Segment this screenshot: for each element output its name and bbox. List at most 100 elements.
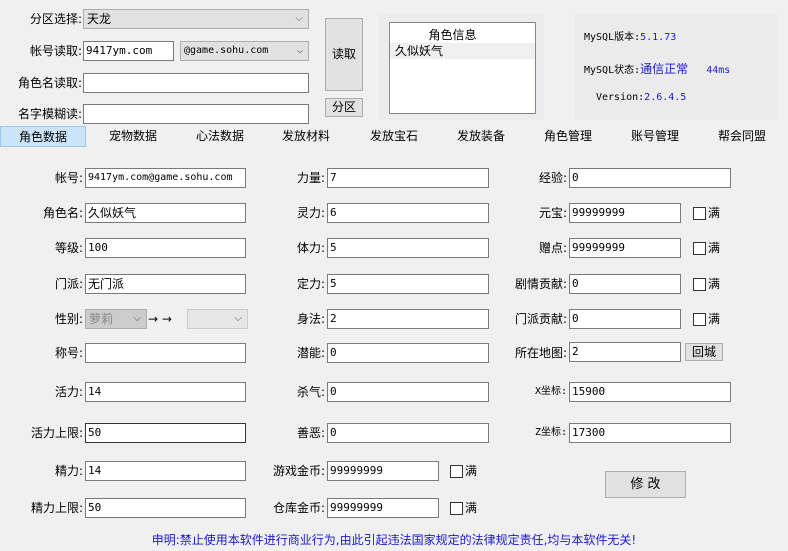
return-city-button[interactable]: 回城 xyxy=(685,343,723,361)
strength-label: 力量: xyxy=(296,171,325,185)
account-input[interactable]: 9417ym.com xyxy=(83,41,174,61)
zone-button[interactable]: 分区 xyxy=(325,98,363,117)
yuanbao-field[interactable]: 99999999 xyxy=(569,203,681,223)
z-coord-label: Z坐标: xyxy=(534,427,567,438)
spirit-label: 灵力: xyxy=(296,206,325,220)
gender-value: 萝莉 xyxy=(89,312,114,326)
bank-gold-full-label: 满 xyxy=(465,501,478,515)
tab-issue-materials[interactable]: 发放材料 xyxy=(263,126,349,147)
level-field[interactable]: 100 xyxy=(85,238,246,258)
story-full-checkbox[interactable] xyxy=(693,278,706,291)
exp-label: 经验: xyxy=(538,171,567,185)
bank-gold-full-checkbox[interactable] xyxy=(450,502,463,515)
zone-label: 分区选择: xyxy=(29,12,82,26)
stamina-label: 体力: xyxy=(296,241,325,255)
account-field[interactable]: 9417ym.com@game.sohu.com xyxy=(85,168,246,188)
role-list-header: 角色信息 xyxy=(428,28,477,42)
focus-field[interactable]: 5 xyxy=(327,274,489,294)
account-field-label: 帐号: xyxy=(54,171,83,185)
domain-value: @game.sohu.com xyxy=(184,45,269,56)
rolename-field-label: 角色名: xyxy=(42,206,83,220)
vitality-max-label: 活力上限: xyxy=(30,426,83,440)
x-coord-field[interactable]: 15900 xyxy=(569,382,731,402)
game-gold-field[interactable]: 99999999 xyxy=(327,461,439,481)
killing-field[interactable]: 0 xyxy=(327,382,489,402)
zengdian-field[interactable]: 99999999 xyxy=(569,238,681,258)
tab-issue-equipment[interactable]: 发放装备 xyxy=(438,126,524,147)
tab-pet-data[interactable]: 宠物数据 xyxy=(90,126,176,147)
mysql-version: 5.1.73 xyxy=(640,32,677,43)
tab-issue-gems[interactable]: 发放宝石 xyxy=(351,126,437,147)
story-field[interactable]: 0 xyxy=(569,274,681,294)
tab-role-data[interactable]: 角色数据 xyxy=(0,126,86,147)
mysql-status: 通信正常 xyxy=(640,62,689,76)
game-gold-full-label: 满 xyxy=(465,464,478,478)
energy-max-field[interactable]: 50 xyxy=(85,498,246,518)
tab-account-management[interactable]: 账号管理 xyxy=(612,126,698,147)
read-button[interactable]: 读取 xyxy=(325,18,363,91)
strength-field[interactable]: 7 xyxy=(327,168,489,188)
tab-xinfa-data[interactable]: 心法数据 xyxy=(177,126,263,147)
zengdian-full-label: 满 xyxy=(708,241,721,255)
energy-label: 精力: xyxy=(54,464,83,478)
z-coord-field[interactable]: 17300 xyxy=(569,423,731,443)
potential-label: 潜能: xyxy=(296,346,325,360)
game-gold-label: 游戏金币: xyxy=(272,464,325,478)
potential-field[interactable]: 0 xyxy=(327,343,489,363)
gender-target-select: ⌵ xyxy=(187,309,248,329)
vitality-max-field[interactable]: 50 xyxy=(85,423,246,443)
role-list-item[interactable]: 久似妖气 xyxy=(390,43,535,59)
fuzzy-read-input[interactable] xyxy=(83,104,309,124)
morality-field[interactable]: 0 xyxy=(327,423,489,443)
gender-label: 性别: xyxy=(54,312,83,326)
arrow-icon: → → xyxy=(148,312,172,326)
zone-select[interactable]: 天龙 ⌵ xyxy=(83,9,309,29)
level-label: 等级: xyxy=(54,241,83,255)
fuzzy-read-label: 名字模糊读: xyxy=(17,107,82,121)
chevron-down-icon: ⌵ xyxy=(234,313,242,324)
title-field[interactable] xyxy=(85,343,246,363)
energy-field[interactable]: 14 xyxy=(85,461,246,481)
domain-select[interactable]: @game.sohu.com ⌵ xyxy=(180,41,309,61)
vitality-label: 活力: xyxy=(54,385,83,399)
school-contrib-full-label: 满 xyxy=(708,312,721,326)
chevron-down-icon: ⌵ xyxy=(133,313,141,324)
tab-guild-alliance[interactable]: 帮会同盟 xyxy=(699,126,785,147)
rolename-read-label: 角色名读取: xyxy=(17,76,82,90)
rolename-field[interactable]: 久似妖气 xyxy=(85,203,246,223)
story-label: 剧情贡献: xyxy=(514,277,567,291)
app-version-label: Version: xyxy=(596,92,645,103)
exp-field[interactable]: 0 xyxy=(569,168,731,188)
school-label: 门派: xyxy=(54,277,83,291)
agility-label: 身法: xyxy=(296,312,325,326)
mysql-version-label: MySQL版本: xyxy=(584,32,641,43)
vitality-field[interactable]: 14 xyxy=(85,382,246,402)
title-label: 称号: xyxy=(54,346,83,360)
school-field[interactable]: 无门派 xyxy=(85,274,246,294)
rolename-read-input[interactable] xyxy=(83,73,309,93)
zone-value: 天龙 xyxy=(87,12,112,26)
bank-gold-field[interactable]: 99999999 xyxy=(327,498,439,518)
bank-gold-label: 仓库金币: xyxy=(272,501,325,515)
school-contrib-field[interactable]: 0 xyxy=(569,309,681,329)
account-label: 帐号读取: xyxy=(29,44,82,58)
stamina-field[interactable]: 5 xyxy=(327,238,489,258)
yuanbao-full-checkbox[interactable] xyxy=(693,207,706,220)
killing-label: 杀气: xyxy=(296,385,325,399)
zengdian-full-checkbox[interactable] xyxy=(693,242,706,255)
role-list[interactable]: 角色信息 久似妖气 xyxy=(389,22,536,114)
zengdian-label: 赠点: xyxy=(538,241,567,255)
game-gold-full-checkbox[interactable] xyxy=(450,465,463,478)
mysql-status-label: MySQL状态: xyxy=(584,65,641,76)
story-full-label: 满 xyxy=(708,277,721,291)
gender-select: 萝莉 ⌵ xyxy=(85,309,147,329)
yuanbao-label: 元宝: xyxy=(538,206,567,220)
map-field[interactable]: 2 xyxy=(569,342,681,362)
tab-role-management[interactable]: 角色管理 xyxy=(525,126,611,147)
modify-button[interactable]: 修 改 xyxy=(605,471,686,498)
spirit-field[interactable]: 6 xyxy=(327,203,489,223)
app-version: 2.6.4.5 xyxy=(644,92,687,103)
school-contrib-label: 门派贡献: xyxy=(514,312,567,326)
school-contrib-full-checkbox[interactable] xyxy=(693,313,706,326)
agility-field[interactable]: 2 xyxy=(327,309,489,329)
